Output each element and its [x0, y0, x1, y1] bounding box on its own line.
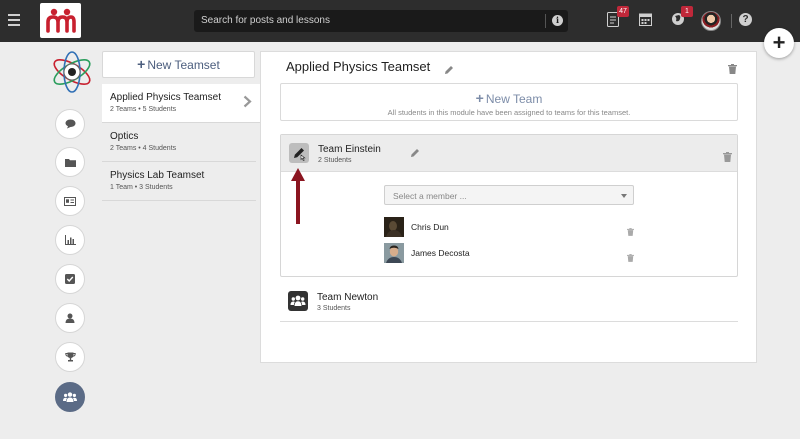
teamset-name: Optics: [110, 131, 139, 142]
add-button[interactable]: +: [764, 28, 794, 58]
select-member-dropdown[interactable]: Select a member ...: [384, 185, 634, 205]
search-bar[interactable]: Search for posts and lessons i: [194, 10, 568, 32]
folder-icon[interactable]: [55, 147, 85, 177]
notifications-badge: 47: [617, 6, 629, 17]
course-logo-icon[interactable]: [50, 50, 94, 94]
teams-icon[interactable]: [55, 382, 85, 412]
teamset-name: Physics Lab Teamset: [110, 170, 205, 181]
plus-icon: +: [137, 56, 146, 72]
team-row-newton[interactable]: Team Newton 3 Students: [280, 288, 738, 322]
select-member-placeholder: Select a member ...: [393, 191, 467, 201]
teamset-item-optics[interactable]: Optics 2 Teams • 4 Students: [102, 123, 256, 162]
new-teamset-label: New Teamset: [147, 58, 220, 72]
teamset-item-physics-lab[interactable]: Physics Lab Teamset 1 Team • 3 Students: [102, 162, 256, 201]
teamset-meta: 2 Teams • 5 Students: [110, 106, 177, 113]
globe-icon[interactable]: 1: [671, 6, 693, 28]
chevron-right-icon: [243, 95, 252, 113]
edit-team-icon-button[interactable]: [289, 143, 309, 163]
remove-member-trash-icon[interactable]: [627, 223, 634, 236]
team-meta: 3 Students: [317, 305, 351, 312]
globe-badge: 1: [681, 6, 693, 17]
calendar-icon[interactable]: [639, 12, 653, 28]
delete-teamset-trash-icon[interactable]: [728, 61, 737, 74]
discussion-icon[interactable]: [55, 109, 85, 139]
annotation-arrow: [290, 166, 306, 226]
page-title: Applied Physics Teamset: [286, 59, 431, 74]
teamset-list: Applied Physics Teamset 2 Teams • 5 Stud…: [102, 84, 260, 201]
member-avatar: [384, 243, 404, 263]
team-name: Team Newton: [317, 292, 379, 303]
gradebook-card-icon[interactable]: [55, 186, 85, 216]
user-icon[interactable]: [55, 303, 85, 333]
teamset-detail-panel: Applied Physics Teamset + New Team All st…: [260, 51, 757, 363]
new-team-button[interactable]: + New Team All students in this module ha…: [280, 83, 738, 121]
app-logo[interactable]: [40, 3, 81, 38]
teamset-meta: 1 Team • 3 Students: [110, 184, 173, 191]
trophy-icon[interactable]: [55, 342, 85, 372]
delete-team-trash-icon[interactable]: [723, 149, 732, 162]
team-card-einstein: Team Einstein 2 Students Select a member…: [280, 134, 738, 277]
help-icon[interactable]: ?: [739, 13, 752, 26]
team-group-icon: [288, 291, 308, 311]
teamset-item-applied-physics[interactable]: Applied Physics Teamset 2 Teams • 5 Stud…: [102, 84, 260, 123]
caret-down-icon: [621, 194, 627, 198]
teamset-meta: 2 Teams • 4 Students: [110, 145, 177, 152]
new-teamset-button[interactable]: + New Teamset: [102, 51, 255, 78]
assignment-check-icon[interactable]: [55, 264, 85, 294]
team-member-row: Chris Dun: [384, 217, 634, 237]
search-divider: [545, 14, 546, 28]
top-bar: Search for posts and lessons i 47 1 ?: [0, 0, 800, 42]
member-avatar: [384, 217, 404, 237]
remove-member-trash-icon[interactable]: [627, 249, 634, 262]
member-name: Chris Dun: [411, 222, 449, 232]
new-team-note: All students in this module have been as…: [387, 108, 631, 117]
search-input[interactable]: Search for posts and lessons: [201, 15, 330, 26]
teamset-name: Applied Physics Teamset: [110, 92, 221, 103]
team-meta: 2 Students: [318, 157, 352, 164]
analytics-chart-icon[interactable]: [55, 225, 85, 255]
notifications-icon[interactable]: 47: [607, 6, 629, 28]
edit-teamset-pencil-icon[interactable]: [444, 62, 454, 74]
plus-icon: +: [475, 90, 484, 106]
new-team-label: New Team: [485, 92, 543, 106]
info-icon[interactable]: i: [552, 15, 563, 26]
edit-team-name-pencil-icon[interactable]: [410, 145, 420, 157]
team-header: Team Einstein 2 Students: [281, 135, 737, 172]
member-name: James Decosta: [411, 248, 470, 258]
menu-icon[interactable]: [8, 14, 20, 26]
team-name: Team Einstein: [318, 144, 381, 155]
team-member-row: James Decosta: [384, 243, 634, 263]
user-avatar[interactable]: [701, 11, 721, 31]
topbar-divider: [731, 14, 732, 28]
